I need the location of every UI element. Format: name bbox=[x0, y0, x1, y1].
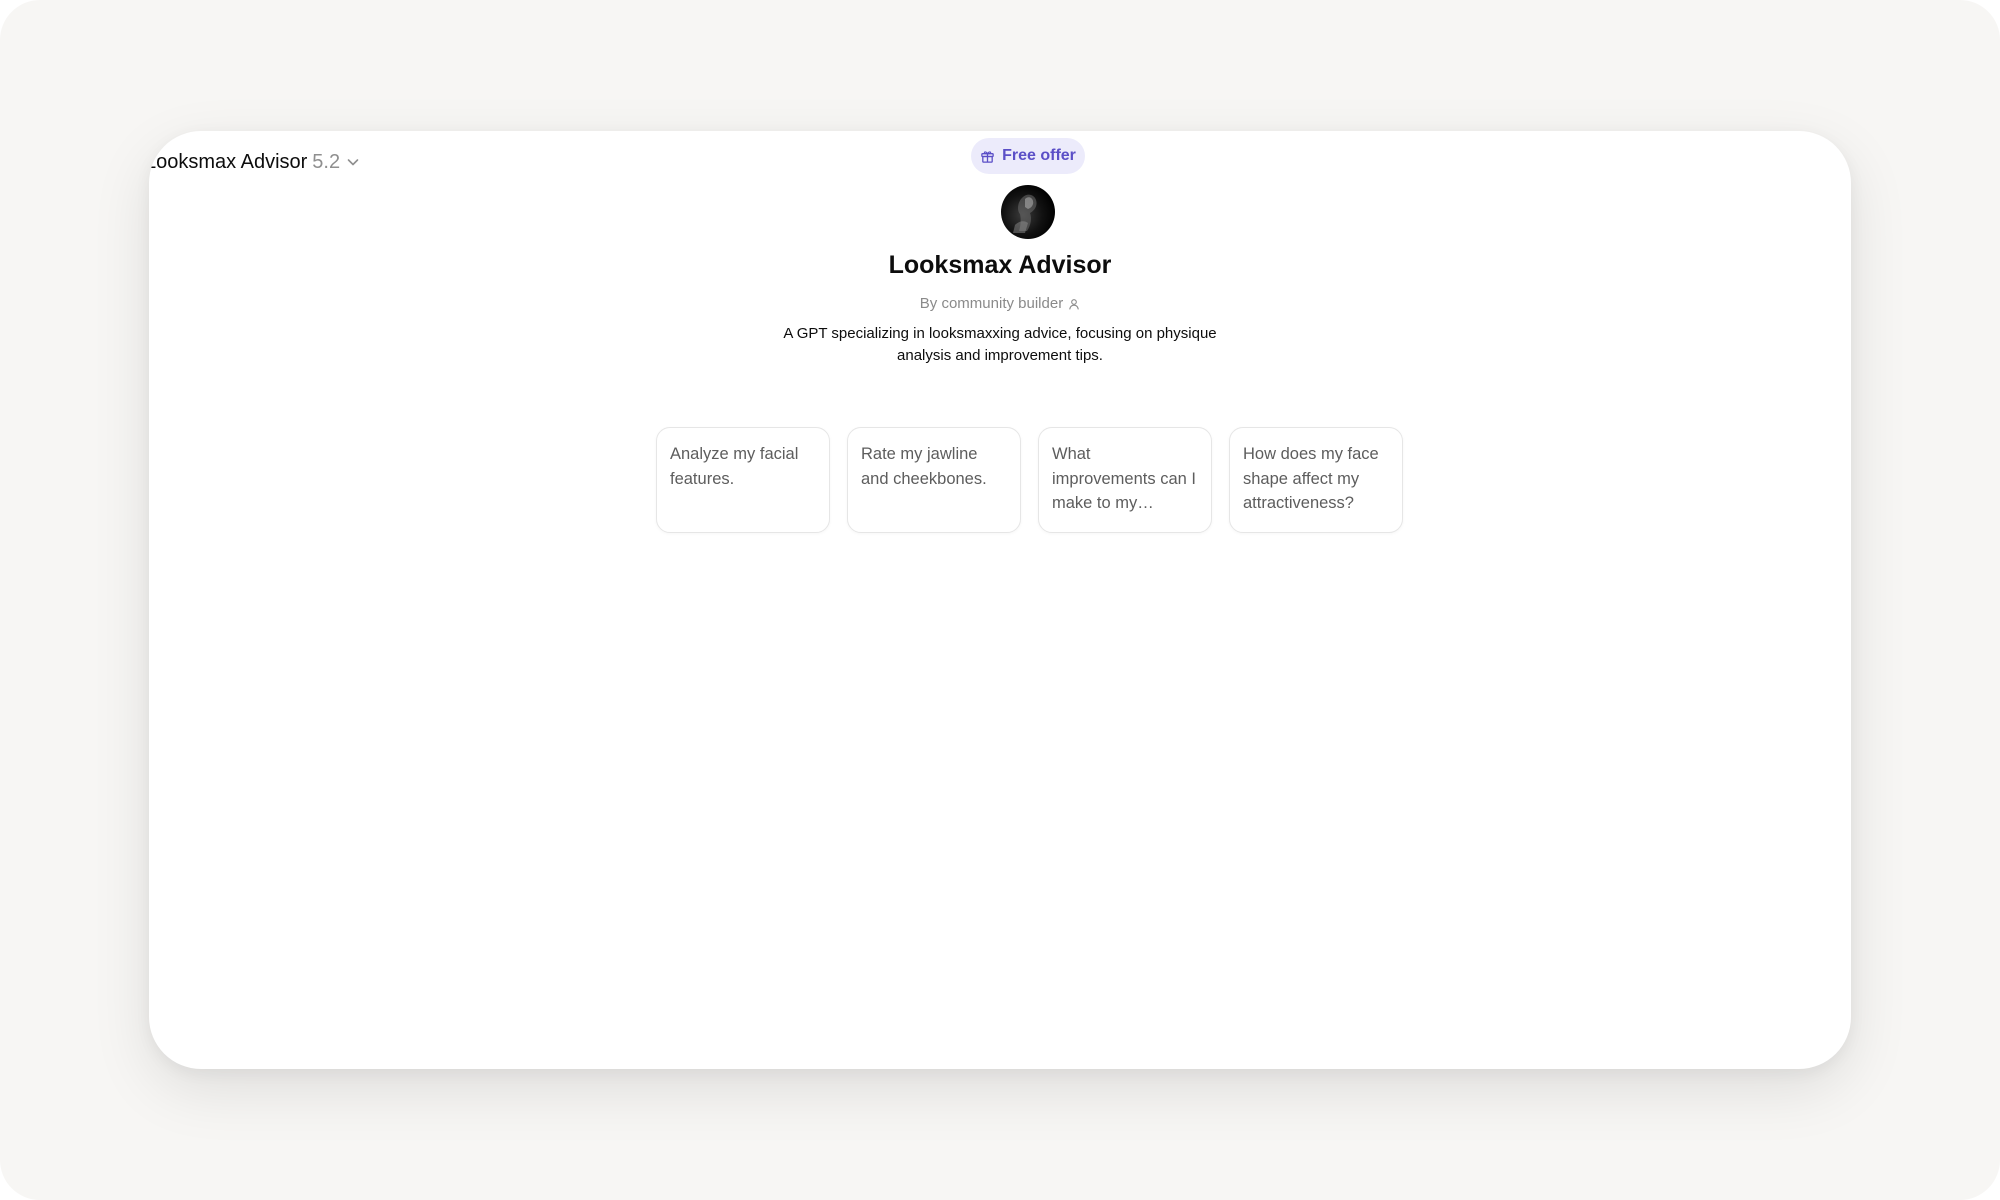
chevron-down-icon bbox=[346, 155, 360, 169]
gpt-byline[interactable]: By community builder bbox=[149, 295, 1851, 312]
free-offer-button[interactable]: Free offer bbox=[971, 138, 1085, 174]
starter-card[interactable]: Analyze my facial features. bbox=[656, 427, 830, 533]
conversation-starters: Analyze my facial features. Rate my jawl… bbox=[656, 427, 1403, 533]
starter-text: Rate my jawline and cheekbones. bbox=[861, 445, 987, 488]
model-version: 5.2 bbox=[312, 150, 341, 173]
person-icon bbox=[1068, 298, 1080, 310]
starter-card[interactable]: Rate my jawline and cheekbones. bbox=[847, 427, 1021, 533]
starter-card[interactable]: What improvements can I make to my appea… bbox=[1038, 427, 1212, 533]
gpt-avatar bbox=[1001, 185, 1055, 239]
gift-icon bbox=[980, 149, 995, 164]
starter-text: Analyze my facial features. bbox=[670, 445, 799, 488]
chat-window: Looksmax Advisor 5.2 Free offer Looksmax… bbox=[149, 131, 1851, 1069]
model-name: Looksmax Advisor bbox=[149, 150, 308, 173]
byline-text: By community builder bbox=[919, 295, 1064, 312]
gpt-description: A GPT specializing in looksmaxxing advic… bbox=[783, 325, 1217, 364]
starter-text: What improvements can I make to my appea… bbox=[1052, 445, 1196, 512]
starter-text: How does my face shape affect my attract… bbox=[1243, 445, 1379, 512]
model-selector[interactable]: Looksmax Advisor 5.2 bbox=[149, 145, 360, 179]
gpt-title: Looksmax Advisor bbox=[888, 251, 1112, 279]
starter-card[interactable]: How does my face shape affect my attract… bbox=[1229, 427, 1403, 533]
free-offer-label: Free offer bbox=[1002, 147, 1076, 164]
